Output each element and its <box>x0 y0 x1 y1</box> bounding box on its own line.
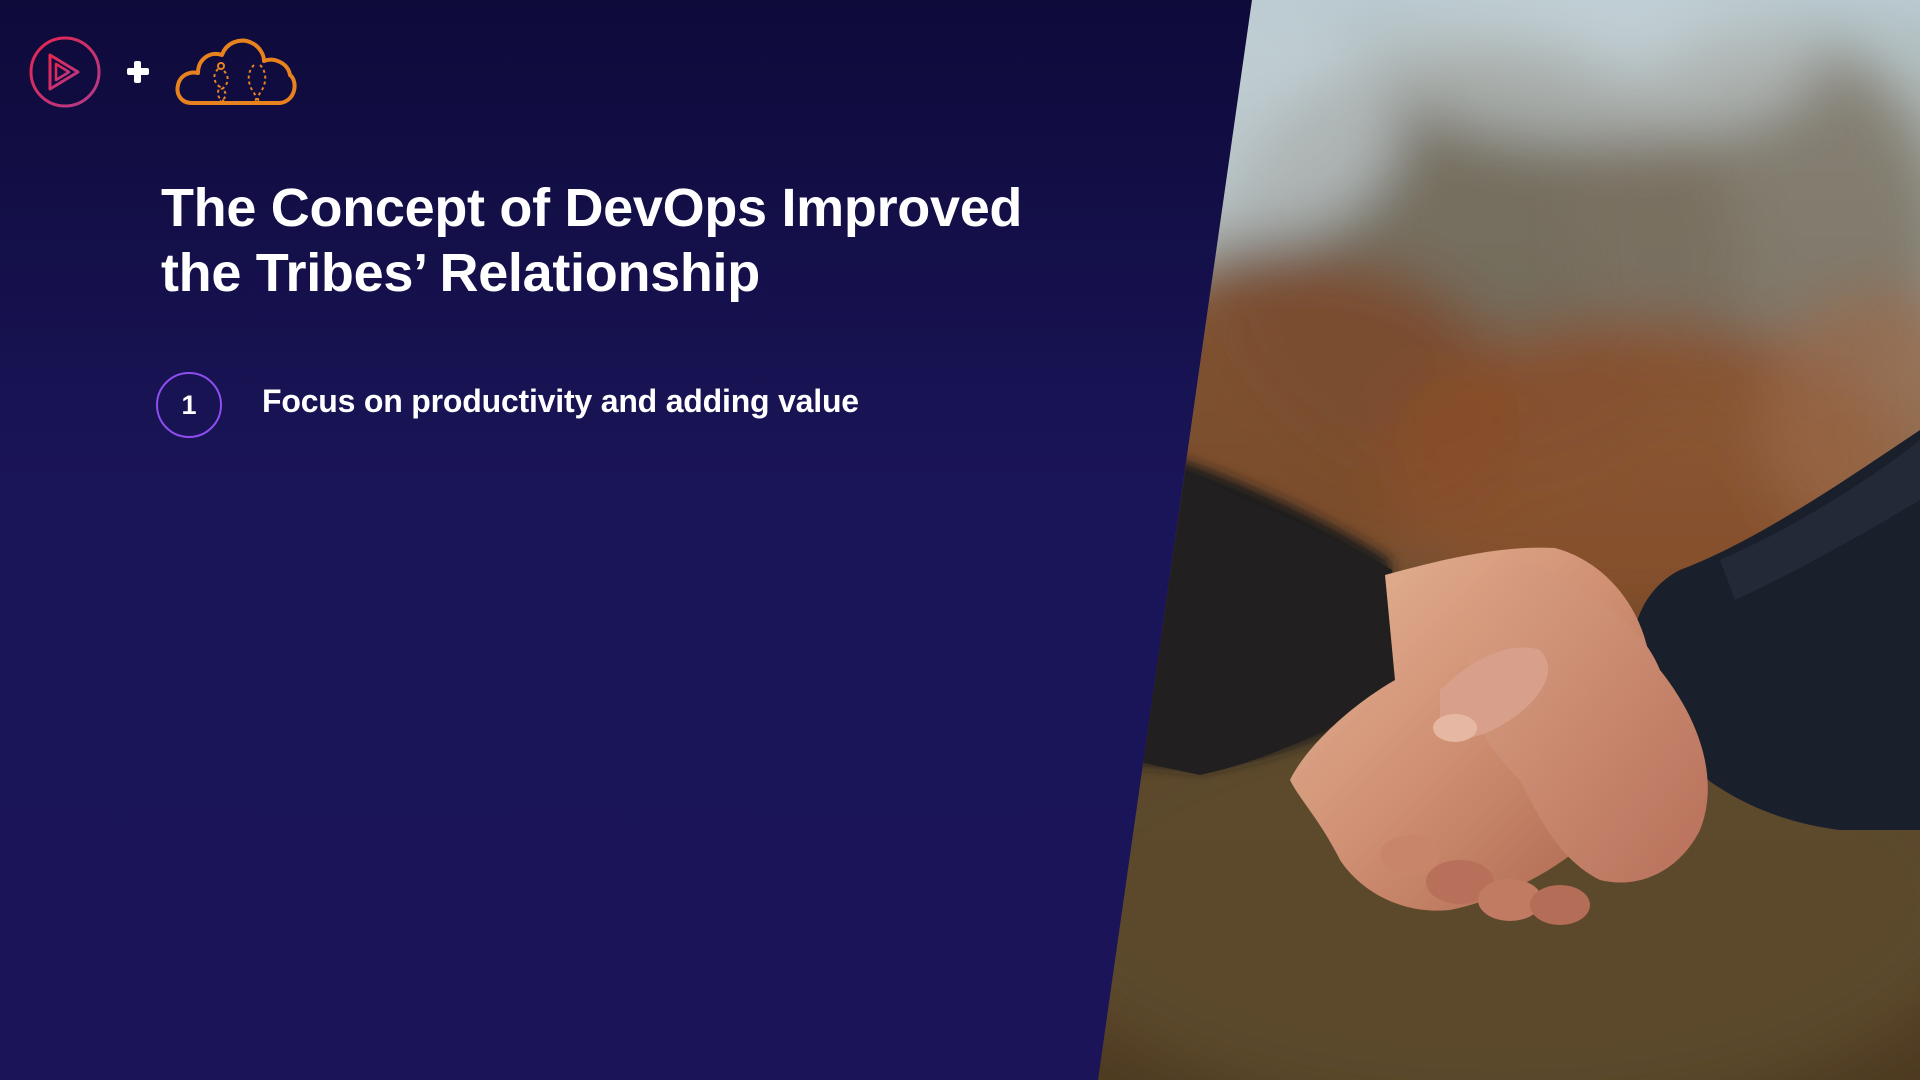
handshake-photo <box>1098 0 1920 1080</box>
slide-title: The Concept of DevOps Improved the Tribe… <box>161 176 1121 306</box>
slide: The Concept of DevOps Improved the Tribe… <box>0 0 1920 1080</box>
plus-icon <box>124 58 152 86</box>
slide-title-line-1: The Concept of DevOps Improved <box>161 178 1023 238</box>
slide-title-line-2: the Tribes’ Relationship <box>161 243 760 303</box>
cloud-icon <box>175 38 297 105</box>
list-item: 1 Focus on productivity and adding value <box>156 372 859 438</box>
number-badge: 1 <box>156 372 222 438</box>
play-button-icon <box>29 36 101 108</box>
numbered-list: 1 Focus on productivity and adding value <box>156 372 859 438</box>
logo-row <box>28 34 298 110</box>
list-item-text: Focus on productivity and adding value <box>262 383 859 419</box>
